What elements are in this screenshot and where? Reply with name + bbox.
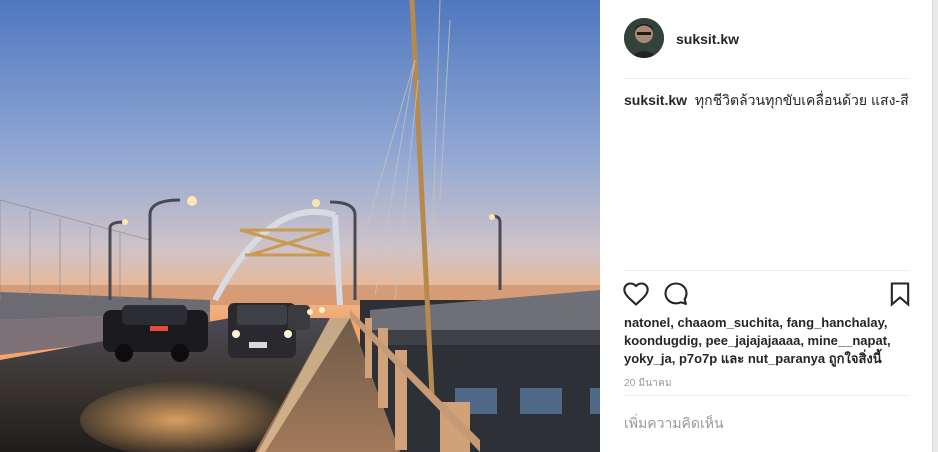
bridge-sunset-image: [0, 0, 600, 452]
heart-icon[interactable]: [622, 280, 650, 308]
post-caption: suksit.kw ทุกชีวิตล้วนทุกขับเคลื่อนด้วย …: [624, 91, 914, 109]
liker-name[interactable]: koondugdig: [624, 333, 698, 348]
post-header: suksit.kw: [624, 18, 910, 79]
liker-name[interactable]: natonel: [624, 315, 670, 330]
bookmark-icon[interactable]: [886, 280, 914, 308]
liker-name[interactable]: p7o7p: [679, 351, 717, 366]
liker-name[interactable]: fang_hanchalay: [787, 315, 884, 330]
post-photo[interactable]: [0, 0, 600, 452]
avatar[interactable]: [624, 18, 664, 58]
comment-divider: [624, 395, 910, 396]
comment-bubble-icon[interactable]: [662, 280, 690, 308]
caption-username[interactable]: suksit.kw: [624, 92, 687, 108]
liker-name[interactable]: chaaom_suchita: [677, 315, 779, 330]
likes-summary: natonel, chaaom_suchita, fang_hanchalay,…: [624, 315, 891, 366]
actions-divider: [624, 270, 910, 271]
liker-name[interactable]: mine__napat: [808, 333, 887, 348]
comment-input[interactable]: [624, 409, 910, 437]
post-details-panel: suksit.kw suksit.kw ทุกชีวิตล้วนทุกขับเค…: [600, 0, 932, 452]
post-date[interactable]: 20 มีนาคม: [624, 376, 672, 391]
post-username[interactable]: suksit.kw: [676, 31, 739, 47]
caption-text: ทุกชีวิตล้วนทุกขับเคลื่อนด้วย แสง-สี: [694, 92, 909, 108]
likes-suffix: ถูกใจสิ่งนี้: [828, 351, 882, 366]
liker-name[interactable]: pee_jajajajaaaa: [706, 333, 801, 348]
post-actions: [622, 280, 912, 308]
liker-name[interactable]: yoky_ja: [624, 351, 672, 366]
page-scrollbar[interactable]: [932, 0, 938, 452]
likes-and-word: และ: [720, 351, 745, 366]
liker-name[interactable]: nut_paranya: [748, 351, 825, 366]
